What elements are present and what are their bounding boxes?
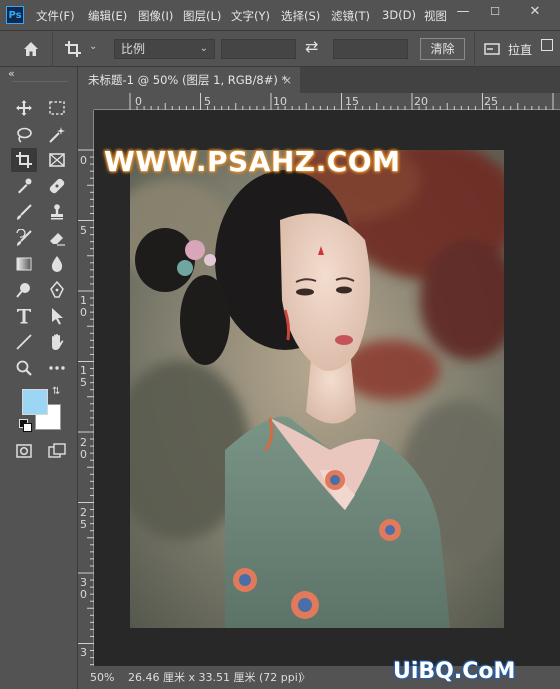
eraser-icon[interactable]	[44, 226, 70, 250]
document-tab-title: 未标题-1 @ 50% (图层 1, RGB/8#) *	[88, 73, 288, 87]
menu-select[interactable]: 选择(S)	[281, 8, 320, 24]
hand-tool-icon[interactable]	[44, 330, 70, 354]
frame-tool-icon[interactable]	[44, 148, 70, 172]
zoom-tool-icon[interactable]	[11, 356, 37, 380]
photoshop-logo: Ps	[6, 6, 24, 24]
ruler-label: 5	[80, 376, 87, 389]
ruler-label: 0	[80, 588, 87, 601]
healing-brush-icon[interactable]	[44, 174, 70, 198]
minimize-button[interactable]: —	[446, 0, 480, 26]
menu-image[interactable]: 图像(I)	[138, 8, 173, 24]
document-tab-strip: 未标题-1 @ 50% (图层 1, RGB/8#) * ×	[78, 67, 560, 93]
crop-tool-icon[interactable]	[11, 148, 37, 172]
history-brush-icon[interactable]	[11, 226, 37, 250]
document-size: 26.46 厘米 x 33.51 厘米 (72 ppi)	[128, 671, 303, 684]
path-selection-icon[interactable]	[44, 304, 70, 328]
straighten-label[interactable]: 拉直	[508, 41, 532, 58]
menu-view[interactable]: 视图	[424, 8, 447, 24]
dodge-tool-icon[interactable]	[11, 278, 37, 302]
menu-layer[interactable]: 图层(L)	[183, 8, 221, 24]
tools-panel: « ⇅	[0, 67, 78, 689]
collapse-panel-icon[interactable]: «	[8, 67, 15, 80]
options-bar: ⌄ 比例 ⌄ ⇄ 清除 拉直	[0, 30, 560, 67]
ruler-label: 20	[414, 95, 428, 108]
grid-overlay-icon[interactable]	[541, 39, 553, 51]
ruler-label: 10	[273, 95, 287, 108]
pen-tool-icon[interactable]	[44, 278, 70, 302]
crop-tool-preset-icon[interactable]	[60, 37, 86, 61]
magic-wand-icon[interactable]	[44, 123, 70, 147]
default-colors-icon-back	[23, 423, 32, 432]
horizontal-ruler[interactable]: 0 5 10 15 20 25	[94, 93, 560, 110]
watermark-text: WWW.PSAHZ.COM	[104, 145, 401, 178]
lasso-tool-icon[interactable]	[11, 123, 37, 147]
close-tab-icon[interactable]: ×	[282, 67, 292, 93]
height-field[interactable]	[333, 39, 408, 59]
ruler-label: 5	[80, 224, 87, 237]
clone-stamp-icon[interactable]	[44, 200, 70, 224]
ruler-label: 25	[484, 95, 498, 108]
menu-bar: Ps 文件(F) 编辑(E) 图像(I) 图层(L) 文字(Y) 选择(S) 滤…	[0, 0, 560, 30]
quick-mask-icon[interactable]	[11, 439, 37, 463]
type-tool-icon[interactable]	[11, 304, 37, 328]
home-icon[interactable]	[18, 37, 44, 61]
gradient-tool-icon[interactable]	[11, 252, 37, 276]
ruler-label: 3	[80, 646, 87, 659]
status-menu-arrow[interactable]: 〉	[300, 666, 311, 689]
chevron-down-icon[interactable]: ⌄	[89, 41, 97, 52]
marquee-tool-icon[interactable]	[44, 96, 70, 120]
site-watermark: UiBQ.CoM	[393, 659, 516, 684]
move-tool-icon[interactable]	[11, 96, 37, 120]
blur-tool-icon[interactable]	[44, 252, 70, 276]
chevron-down-icon: ⌄	[199, 43, 208, 54]
portrait-image	[130, 150, 504, 628]
menu-type[interactable]: 文字(Y)	[231, 8, 270, 24]
ruler-label: 0	[135, 95, 142, 108]
divider	[12, 81, 68, 82]
straighten-icon[interactable]	[481, 37, 503, 61]
zoom-level[interactable]: 50%	[90, 666, 114, 689]
clear-button[interactable]: 清除	[420, 38, 465, 60]
screen-mode-icon[interactable]	[44, 439, 70, 463]
ruler-label: 5	[204, 95, 211, 108]
ruler-label: 5	[80, 518, 87, 531]
document-tab[interactable]: 未标题-1 @ 50% (图层 1, RGB/8#) * ×	[78, 67, 300, 93]
divider	[52, 31, 53, 67]
line-tool-icon[interactable]	[11, 330, 37, 354]
menu-edit[interactable]: 编辑(E)	[88, 8, 127, 24]
ratio-select[interactable]: 比例 ⌄	[114, 39, 215, 59]
ruler-label: 0	[80, 154, 87, 167]
photo-portrait[interactable]	[130, 150, 504, 628]
width-field[interactable]	[221, 39, 296, 59]
foreground-color-swatch[interactable]	[22, 389, 48, 415]
menu-filter[interactable]: 滤镜(T)	[331, 8, 370, 24]
ruler-label: 15	[345, 95, 359, 108]
restore-button[interactable]: ☐	[478, 0, 512, 26]
divider	[474, 31, 475, 67]
brush-tool-icon[interactable]	[11, 200, 37, 224]
vertical-ruler[interactable]: 0 5 1 0 1 5 2 0 2 5 3 0 3	[78, 110, 94, 666]
swap-colors-icon[interactable]: ⇅	[52, 386, 60, 397]
ruler-label: 0	[80, 306, 87, 319]
menu-file[interactable]: 文件(F)	[36, 8, 75, 24]
ruler-corner	[78, 93, 94, 110]
swap-icon[interactable]: ⇄	[305, 37, 318, 56]
menu-3d[interactable]: 3D(D)	[382, 8, 416, 22]
ruler-label: 0	[80, 448, 87, 461]
ratio-select-value: 比例	[121, 42, 146, 56]
close-window-button[interactable]: ✕	[518, 0, 552, 26]
eyedropper-icon[interactable]	[11, 174, 37, 198]
more-tools-icon[interactable]	[44, 356, 70, 380]
